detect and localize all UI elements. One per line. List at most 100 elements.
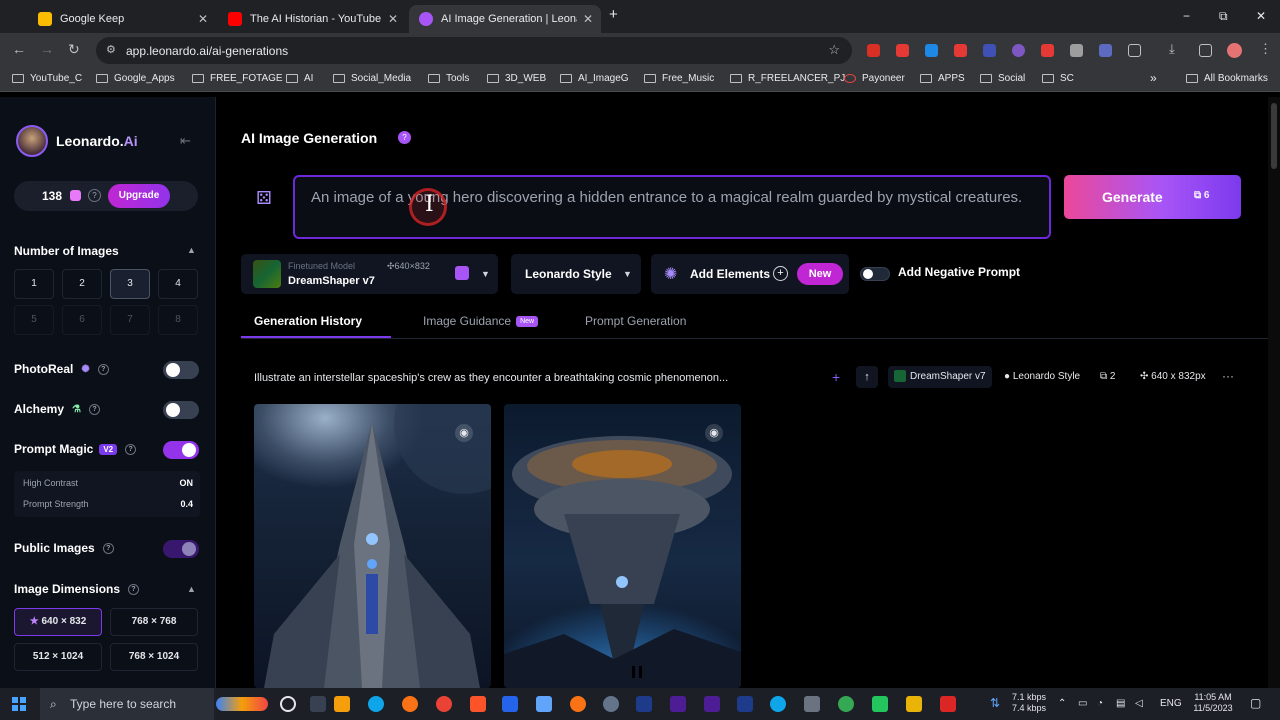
- bookmark-item[interactable]: Payoneer: [844, 73, 905, 84]
- close-tab-icon[interactable]: ✕: [583, 12, 593, 26]
- dimension-640x832[interactable]: ★ 640 × 832: [14, 608, 102, 636]
- extension-icon[interactable]: [954, 44, 967, 57]
- bookmark-item[interactable]: YouTube_C: [12, 73, 82, 84]
- back-icon[interactable]: ←: [12, 41, 26, 57]
- model-gallery-icon[interactable]: [455, 266, 469, 280]
- bookmark-item[interactable]: SC: [1042, 73, 1074, 84]
- num-images-1[interactable]: 1: [14, 269, 54, 299]
- num-images-6[interactable]: 6: [62, 305, 102, 335]
- cortana-icon[interactable]: [280, 696, 296, 712]
- menu-kebab-icon[interactable]: ⋮: [1259, 41, 1272, 57]
- task-view-icon[interactable]: [310, 696, 326, 712]
- bookmark-item[interactable]: Google_Apps: [96, 73, 175, 84]
- bookmark-star-icon[interactable]: ☆: [828, 42, 840, 58]
- tab-youtube[interactable]: The AI Historian - YouTube ✕: [218, 5, 406, 33]
- windows-start-icon[interactable]: [12, 697, 26, 711]
- high-contrast-row[interactable]: High Contrast ON: [23, 478, 193, 488]
- history-prompt[interactable]: Illustrate an interstellar spaceship's c…: [254, 372, 728, 384]
- photoreal-toggle[interactable]: [163, 361, 199, 379]
- extension-icon[interactable]: [925, 44, 938, 57]
- dimension-768x768[interactable]: 768 × 768: [110, 608, 198, 636]
- help-icon[interactable]: ?: [88, 189, 101, 202]
- side-panel-icon[interactable]: [1199, 44, 1212, 57]
- tray-overflow-icon[interactable]: ⌃: [1058, 698, 1066, 709]
- app-icon[interactable]: [603, 696, 619, 712]
- num-images-2[interactable]: 2: [62, 269, 102, 299]
- prompt-strength-row[interactable]: Prompt Strength 0.4: [23, 499, 193, 509]
- tab-image-guidance[interactable]: Image Guidance New: [423, 314, 539, 328]
- negative-prompt-toggle[interactable]: [860, 267, 890, 281]
- new-tab-button[interactable]: +: [609, 6, 618, 23]
- tray-app-icon[interactable]: ◔: [1097, 698, 1103, 709]
- chrome-icon[interactable]: [436, 696, 452, 712]
- chevron-up-icon[interactable]: ▲: [187, 245, 196, 255]
- collapse-sidebar-icon[interactable]: ⇤: [180, 133, 191, 149]
- blender-icon[interactable]: [570, 696, 586, 712]
- tray-app-icon[interactable]: ▭: [1078, 698, 1087, 709]
- close-tab-icon[interactable]: ✕: [388, 12, 398, 26]
- dimension-512x1024[interactable]: 512 × 1024: [14, 643, 102, 671]
- site-info-icon[interactable]: ⚙: [106, 43, 116, 56]
- bookmark-item[interactable]: Social_Media: [333, 73, 411, 84]
- upgrade-button[interactable]: Upgrade: [108, 184, 170, 208]
- tab-prompt-generation[interactable]: Prompt Generation: [585, 314, 686, 328]
- bookmark-item[interactable]: APPS: [920, 73, 965, 84]
- extension-icon[interactable]: [1099, 44, 1112, 57]
- file-explorer-icon[interactable]: [334, 696, 350, 712]
- firefox-icon[interactable]: [402, 696, 418, 712]
- bookmark-item[interactable]: AI_ImageG: [560, 73, 629, 84]
- app-icon[interactable]: [536, 696, 552, 712]
- num-images-4[interactable]: 4: [158, 269, 198, 299]
- brave-icon[interactable]: [470, 696, 486, 712]
- bookmark-item[interactable]: AI: [286, 73, 313, 84]
- audition-icon[interactable]: [636, 696, 652, 712]
- bookmark-item[interactable]: R_FREELANCER_PJ: [730, 73, 845, 84]
- extension-icon[interactable]: [1070, 44, 1083, 57]
- language-indicator[interactable]: ENG: [1160, 698, 1182, 709]
- extensions-puzzle-icon[interactable]: [1128, 44, 1141, 57]
- public-images-toggle[interactable]: [163, 540, 199, 558]
- alchemy-toggle[interactable]: [163, 401, 199, 419]
- num-images-3[interactable]: 3: [110, 269, 150, 299]
- tray-app-icon[interactable]: ▤: [1116, 698, 1125, 709]
- dimension-768x1024[interactable]: 768 × 1024: [110, 643, 198, 671]
- generate-button[interactable]: Generate ⧉ 6: [1064, 175, 1241, 219]
- model-selector[interactable]: Finetuned Model DreamShaper v7 ✣640×832 …: [241, 254, 498, 294]
- close-window-button[interactable]: ✕: [1256, 9, 1266, 23]
- reuse-prompt-icon[interactable]: ↑: [856, 366, 878, 388]
- extension-icon[interactable]: [867, 44, 880, 57]
- maximize-button[interactable]: ⧉: [1219, 9, 1228, 24]
- random-prompt-dice-icon[interactable]: ⚄: [246, 183, 282, 213]
- extension-icon[interactable]: [1012, 44, 1025, 57]
- extension-icon[interactable]: [983, 44, 996, 57]
- premiere-icon[interactable]: [704, 696, 720, 712]
- forward-icon[interactable]: →: [40, 41, 54, 57]
- add-elements-button[interactable]: ✺ Add Elements + New: [651, 254, 849, 294]
- num-images-5[interactable]: 5: [14, 305, 54, 335]
- notifications-icon[interactable]: ▢: [1250, 696, 1261, 710]
- minimize-button[interactable]: −: [1183, 9, 1190, 23]
- all-bookmarks[interactable]: All Bookmarks: [1186, 73, 1268, 84]
- eye-icon[interactable]: ◉: [705, 424, 723, 442]
- extension-icon[interactable]: [1041, 44, 1054, 57]
- download-icon[interactable]: ⤓: [1169, 41, 1175, 57]
- after-effects-icon[interactable]: [670, 696, 686, 712]
- add-icon[interactable]: +: [832, 369, 840, 385]
- generated-image-ufo[interactable]: ◉: [504, 404, 741, 688]
- bookmark-item[interactable]: FREE_FOTAGE: [192, 73, 283, 84]
- telegram-icon[interactable]: [770, 696, 786, 712]
- chrome-alt-icon[interactable]: [838, 696, 854, 712]
- tab-leonardo[interactable]: AI Image Generation | Leonard ✕: [409, 5, 601, 33]
- bookmark-item[interactable]: 3D_WEB: [487, 73, 546, 84]
- reload-icon[interactable]: ↻: [68, 41, 80, 58]
- num-images-7[interactable]: 7: [110, 305, 150, 335]
- chevron-up-icon[interactable]: ▲: [187, 584, 196, 594]
- tab-generation-history[interactable]: Generation History: [254, 314, 362, 328]
- bookmark-item[interactable]: Tools: [428, 73, 469, 84]
- widgets-icon[interactable]: [216, 697, 268, 711]
- num-images-8[interactable]: 8: [158, 305, 198, 335]
- bookmark-item[interactable]: Free_Music: [644, 73, 714, 84]
- more-options-icon[interactable]: ···: [1222, 369, 1234, 383]
- info-badge-icon[interactable]: ?: [398, 131, 411, 144]
- close-tab-icon[interactable]: ✕: [198, 12, 208, 26]
